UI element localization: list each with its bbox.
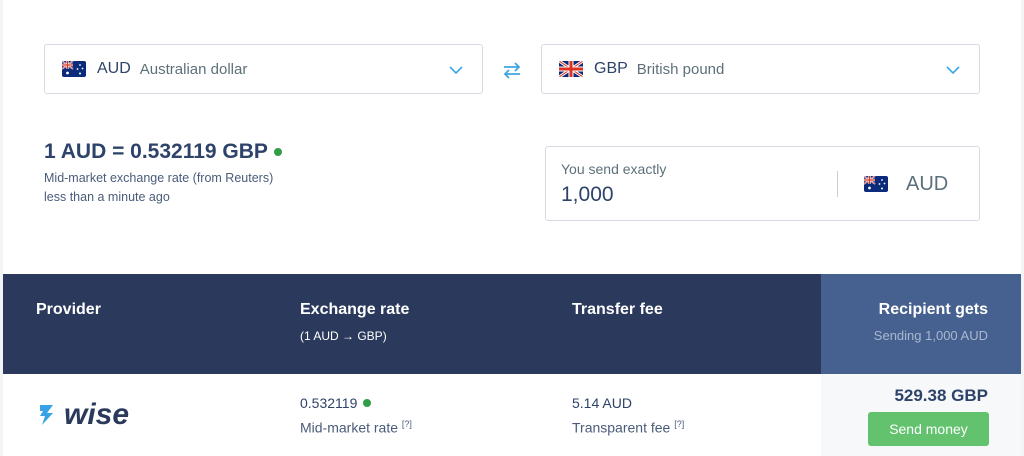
comparison-table-header: Provider Exchange rate (1 AUD → GBP) Tra… [3,274,821,374]
fee-label-text: Transparent fee [572,419,671,436]
header-exchange-rate: Exchange rate [300,301,410,318]
provider-rate: 0.532119 [300,395,372,411]
chevron-down-icon [946,66,960,75]
provider-fee-value: 5.14 AUD [572,395,632,411]
from-currency-name: Australian dollar [139,60,248,78]
exchange-rate-text: 1 AUD = 0.532119 GBP [44,140,268,163]
header-exchange-rate-sub: (1 AUD → GBP) [300,329,387,343]
send-amount-value[interactable]: 1,000 [561,183,614,207]
rate-help-link[interactable]: [?] [402,419,412,429]
provider-fee: 5.14 AUD [572,395,632,411]
header-provider: Provider [36,301,101,318]
provider-fee-label: Transparent fee [?] [572,419,684,436]
wise-logo: wise [40,398,129,430]
rate-source: Mid-market exchange rate (from Reuters) [44,171,274,185]
send-amount-currency[interactable]: AUD [906,173,948,196]
to-currency-name: British pound [636,60,725,78]
svg-text:wise: wise [64,398,129,430]
send-amount-field[interactable]: You send exactly 1,000 AUD [545,146,980,221]
swap-currencies-icon[interactable] [501,59,523,81]
header-transfer-fee: Transfer fee [572,301,663,318]
live-rate-dot-icon [273,148,282,156]
chevron-down-icon [449,66,463,75]
to-currency-select[interactable]: GBP British pound [541,44,980,94]
comparison-card: AUD Australian dollar GBP British pound … [3,0,1021,456]
header-recipient-sub: Sending 1,000 AUD [873,328,988,343]
provider-rate-label: Mid-market rate [?] [300,419,412,436]
from-currency-select[interactable]: AUD Australian dollar [44,44,483,94]
to-currency-code: GBP [594,60,628,77]
provider-rate-value: 0.532119 [300,395,358,411]
divider [837,171,838,197]
fee-help-link[interactable]: [?] [674,419,684,429]
exchange-rate-headline: 1 AUD = 0.532119 GBP [44,140,282,164]
live-rate-dot-icon [363,399,372,407]
australia-flag-icon [864,176,888,192]
header-recipient-column: Recipient gets Sending 1,000 AUD [821,274,1021,374]
send-money-button[interactable]: Send money [868,412,989,446]
from-currency-code: AUD [97,60,131,77]
rate-updated: less than a minute ago [44,190,170,204]
uk-flag-icon [559,61,583,77]
send-amount-label: You send exactly [561,161,667,177]
australia-flag-icon [62,61,86,77]
header-recipient-gets: Recipient gets [878,301,988,318]
recipient-amount: 529.38 GBP [894,386,988,405]
rate-label-text: Mid-market rate [300,419,399,436]
